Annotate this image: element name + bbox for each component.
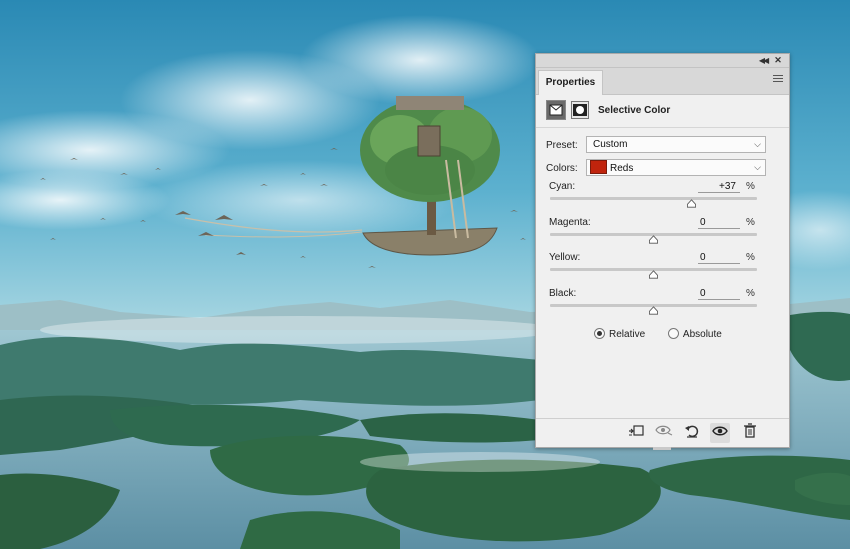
radio-button-icon[interactable] bbox=[667, 328, 679, 339]
color-swatch bbox=[590, 160, 607, 174]
slider-label: Yellow: bbox=[549, 252, 581, 263]
radio-relative[interactable]: Relative bbox=[594, 328, 645, 340]
colors-dropdown[interactable]: Reds ⌵ bbox=[586, 159, 766, 176]
adjustment-header: Selective Color bbox=[536, 95, 789, 128]
adjustment-layer-icon[interactable] bbox=[546, 100, 566, 120]
adjustment-title: Selective Color bbox=[598, 105, 671, 116]
colors-value: Reds bbox=[610, 163, 634, 174]
reset-icon[interactable] bbox=[682, 423, 702, 443]
panel-footer bbox=[536, 418, 789, 447]
percent-unit: % bbox=[746, 252, 755, 263]
slider-label: Cyan: bbox=[549, 181, 576, 192]
colors-label: Colors: bbox=[546, 163, 578, 174]
percent-unit: % bbox=[746, 216, 755, 228]
radio-absolute[interactable]: Absolute bbox=[667, 328, 722, 340]
slider-value-input[interactable]: 0 bbox=[698, 287, 740, 300]
chevron-down-icon: ⌵ bbox=[754, 139, 761, 149]
close-icon[interactable]: ✕ bbox=[772, 54, 784, 67]
percent-unit: % bbox=[746, 287, 755, 299]
percent-unit: % bbox=[746, 181, 755, 192]
tab-properties[interactable]: Properties bbox=[538, 70, 603, 95]
radio-absolute-label: Absolute bbox=[682, 329, 722, 340]
preset-value: Custom bbox=[593, 139, 628, 150]
radio-button-icon[interactable] bbox=[594, 328, 605, 339]
method-radio-group: Relative Absolute bbox=[594, 328, 742, 340]
chevron-down-icon: ⌵ bbox=[754, 162, 761, 172]
clip-to-layer-icon[interactable] bbox=[626, 423, 646, 443]
panel-resize-grip[interactable] bbox=[653, 447, 671, 450]
layer-mask-icon[interactable] bbox=[571, 101, 589, 119]
slider-track[interactable] bbox=[550, 197, 757, 200]
view-previous-icon[interactable] bbox=[654, 423, 674, 443]
hamburger-menu-icon[interactable] bbox=[773, 75, 783, 84]
properties-panel: ◀◀ ✕ Properties Selective Color Preset: … bbox=[535, 53, 790, 450]
visibility-eye-icon[interactable] bbox=[710, 423, 730, 443]
slider-label: Black: bbox=[549, 287, 577, 299]
radio-relative-label: Relative bbox=[609, 329, 646, 340]
preset-label: Preset: bbox=[546, 140, 578, 151]
preset-dropdown[interactable]: Custom ⌵ bbox=[586, 136, 766, 153]
slider-value-input[interactable]: +37 bbox=[698, 180, 740, 193]
slider-label: Magenta: bbox=[549, 216, 591, 228]
double-chevron-icon[interactable]: ◀◀ bbox=[757, 54, 769, 67]
slider-value-input[interactable]: 0 bbox=[698, 216, 740, 229]
panel-tab-row: Properties bbox=[536, 68, 789, 95]
trash-icon[interactable] bbox=[740, 423, 760, 443]
panel-title-bar[interactable]: ◀◀ ✕ bbox=[536, 54, 789, 68]
slider-value-input[interactable]: 0 bbox=[698, 251, 740, 264]
